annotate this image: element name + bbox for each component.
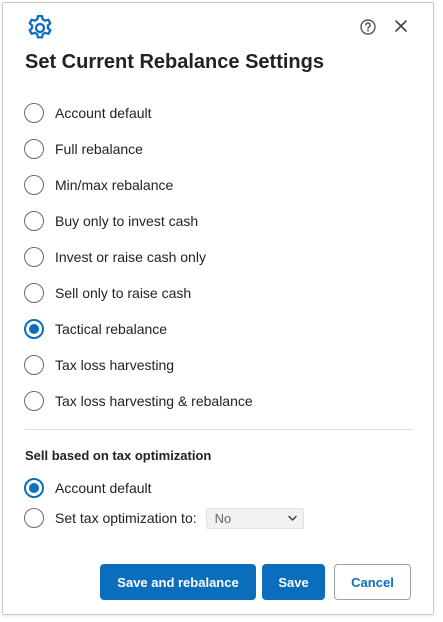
rebalance-settings-dialog: Set Current Rebalance Settings Account d… [2, 2, 434, 615]
radio-label: Full rebalance [55, 141, 143, 157]
radio-button[interactable] [24, 355, 44, 375]
radio-label: Tactical rebalance [55, 321, 168, 337]
tax-section-title: Sell based on tax optimization [25, 448, 212, 463]
chevron-down-icon [287, 515, 297, 521]
select-value: No [214, 510, 232, 526]
help-icon[interactable] [359, 18, 377, 36]
tax-option-set-optimization[interactable]: Set tax optimization to: No [24, 506, 384, 530]
radio-label: Account default [55, 105, 152, 121]
radio-option-account-default[interactable]: Account default [24, 101, 384, 125]
radio-label: Sell only to raise cash [55, 285, 192, 301]
radio-button[interactable] [24, 103, 44, 123]
radio-button[interactable] [24, 391, 44, 411]
radio-button[interactable] [24, 139, 44, 159]
radio-label: Tax loss harvesting & rebalance [55, 393, 253, 409]
tax-option-account-default[interactable]: Account default [24, 476, 384, 500]
radio-button[interactable] [24, 508, 44, 528]
radio-option-full-rebalance[interactable]: Full rebalance [24, 137, 384, 161]
radio-button[interactable] [24, 175, 44, 195]
radio-option-sell-only[interactable]: Sell only to raise cash [24, 281, 384, 305]
radio-option-tactical-rebalance[interactable]: Tactical rebalance [24, 317, 384, 341]
cancel-button[interactable]: Cancel [334, 564, 411, 600]
tax-optimization-select[interactable]: No [205, 507, 304, 529]
radio-option-tax-loss-harvesting[interactable]: Tax loss harvesting [24, 353, 384, 377]
radio-button-selected[interactable] [24, 319, 44, 339]
section-divider [25, 429, 413, 430]
close-icon[interactable] [392, 17, 410, 35]
radio-label: Set tax optimization to: [55, 510, 197, 526]
dialog-title: Set Current Rebalance Settings [25, 51, 324, 73]
radio-label: Tax loss harvesting [55, 357, 175, 373]
radio-label: Account default [55, 480, 152, 496]
radio-option-invest-or-raise-cash[interactable]: Invest or raise cash only [24, 245, 384, 269]
radio-option-buy-only[interactable]: Buy only to invest cash [24, 209, 384, 233]
radio-label: Min/max rebalance [55, 177, 174, 193]
radio-button[interactable] [24, 211, 44, 231]
radio-label: Buy only to invest cash [55, 213, 199, 229]
save-and-rebalance-button[interactable]: Save and rebalance [100, 564, 256, 600]
radio-option-min-max-rebalance[interactable]: Min/max rebalance [24, 173, 384, 197]
radio-button[interactable] [24, 247, 44, 267]
save-button[interactable]: Save [262, 564, 325, 600]
radio-button-selected[interactable] [24, 478, 44, 498]
radio-label: Invest or raise cash only [55, 249, 206, 265]
gear-icon [28, 15, 52, 39]
radio-option-tax-loss-harvesting-rebalance[interactable]: Tax loss harvesting & rebalance [24, 389, 384, 413]
radio-button[interactable] [24, 283, 44, 303]
